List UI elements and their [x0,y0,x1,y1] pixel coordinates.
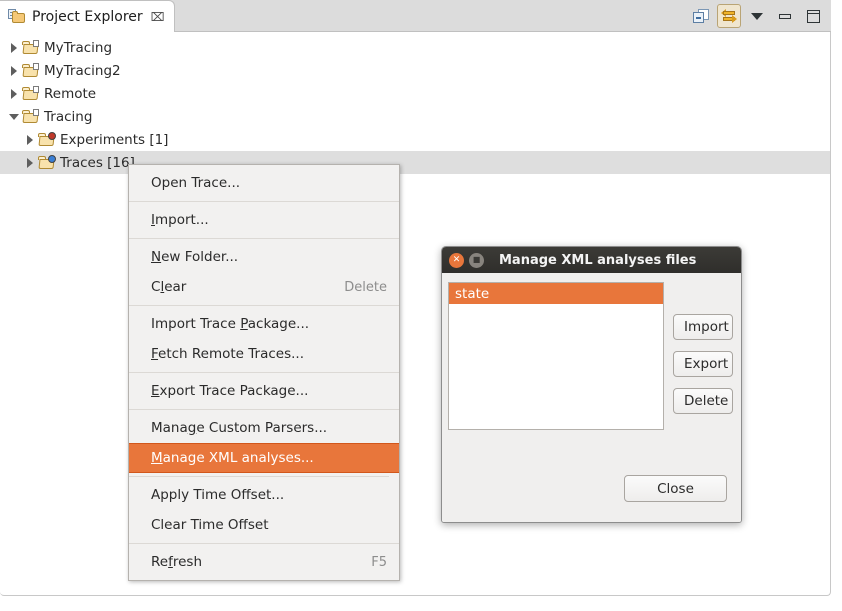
folder-open-icon [38,156,55,170]
dialog-body: state Import Export Delete Close [442,273,741,523]
maximize-icon[interactable] [801,4,825,28]
menu-separator [129,409,399,410]
manage-xml-analyses-dialog: ✕ ■ Manage XML analyses files state Impo… [441,246,742,523]
menu-item[interactable]: Import Trace Package... [129,309,399,339]
export-button[interactable]: Export [673,351,733,377]
menu-item[interactable]: Fetch Remote Traces... [129,339,399,369]
menu-item-label: Manage Custom Parsers... [151,420,387,436]
menu-item[interactable]: Refresh F5 [129,547,399,577]
menu-separator [129,543,399,544]
menu-item-label: New Folder... [151,249,387,265]
menu-item-label: Manage XML analyses... [151,450,387,466]
menu-item[interactable]: Open Trace... [129,168,399,198]
window-close-icon[interactable]: ✕ [449,253,464,268]
status-badge [48,155,56,163]
menu-item-label: Import Trace Package... [151,316,387,332]
dialog-titlebar[interactable]: ✕ ■ Manage XML analyses files [442,247,741,273]
menu-separator [129,201,399,202]
folder-open-icon [22,64,39,78]
tree-item[interactable]: Tracing [0,105,830,128]
dialog-title: Manage XML analyses files [499,253,696,268]
menu-separator [129,238,399,239]
project-tree[interactable]: MyTracing MyTracing2 Remote Tracing Experime… [0,32,830,174]
dialog-side-buttons: Import Export Delete [673,314,733,414]
folder-open-icon [38,133,55,147]
menu-separator [129,305,399,306]
folder-corner-icon [33,63,39,70]
chevron-right-icon[interactable] [22,135,38,145]
folder-open-icon [22,41,39,55]
tab-label: Project Explorer [32,9,143,25]
menu-item-shortcut: F5 [371,555,387,570]
menu-item-label: Refresh [151,554,351,570]
menu-item[interactable]: New Folder... [129,242,399,272]
tree-item-label: MyTracing [44,40,112,56]
menu-separator [129,476,389,477]
chevron-right-icon[interactable] [6,66,22,76]
menu-separator [129,372,399,373]
menu-item-label: Open Trace... [151,175,387,191]
menu-item[interactable]: Clear Delete [129,272,399,302]
window-maximize-icon[interactable]: ■ [469,253,484,268]
link-with-editor-icon[interactable] [717,4,741,28]
menu-item[interactable]: Manage Custom Parsers... [129,413,399,443]
menu-item-shortcut: Delete [344,280,387,295]
chevron-right-icon[interactable] [6,89,22,99]
menu-item-label: Clear Time Offset [151,517,387,533]
folder-open-icon [22,110,39,124]
menu-item[interactable]: Manage XML analyses... [129,443,399,473]
folder-corner-icon [33,109,39,116]
tab-project-explorer[interactable]: Project Explorer ⌧ [0,0,175,32]
tree-item[interactable]: Remote [0,82,830,105]
menu-item[interactable]: Import... [129,205,399,235]
menu-item-label: Fetch Remote Traces... [151,346,387,362]
tree-item-label: Remote [44,86,96,102]
view-menu-icon[interactable] [745,4,769,28]
analyses-list[interactable]: state [448,282,664,430]
list-item[interactable]: state [449,283,663,304]
view-tab-strip: Project Explorer ⌧ [0,0,831,32]
view-toolbar [689,3,825,29]
status-badge [48,132,56,140]
chevron-right-icon[interactable] [22,158,38,168]
menu-item[interactable]: Apply Time Offset... [129,480,399,510]
menu-item-label: Apply Time Offset... [151,487,387,503]
menu-item[interactable]: Clear Time Offset [129,510,399,540]
tree-item-label: Tracing [44,109,92,125]
folder-corner-icon [33,40,39,47]
tree-item[interactable]: Experiments [1] [0,128,830,151]
folder-open-icon [22,87,39,101]
folder-corner-icon [33,86,39,93]
minimize-icon[interactable] [773,4,797,28]
chevron-down-icon[interactable] [6,114,22,120]
menu-item[interactable]: Export Trace Package... [129,376,399,406]
tree-item[interactable]: Traces [16] [0,151,830,174]
close-button[interactable]: Close [624,475,727,502]
tree-item[interactable]: MyTracing [0,36,830,59]
tree-item-label: MyTracing2 [44,63,121,79]
tree-item-label: Traces [16] [60,155,135,171]
close-icon[interactable]: ⌧ [151,11,165,23]
context-menu[interactable]: Open Trace... Import... New Folder... Clear… [128,164,400,581]
menu-item-label: Clear [151,279,324,295]
delete-button[interactable]: Delete [673,388,733,414]
tree-item[interactable]: MyTracing2 [0,59,830,82]
import-button[interactable]: Import [673,314,733,340]
collapse-all-icon[interactable] [689,4,713,28]
menu-item-label: Import... [151,212,387,228]
project-explorer-icon [8,9,26,25]
tree-item-label: Experiments [1] [60,132,168,148]
menu-item-label: Export Trace Package... [151,383,387,399]
chevron-right-icon[interactable] [6,43,22,53]
